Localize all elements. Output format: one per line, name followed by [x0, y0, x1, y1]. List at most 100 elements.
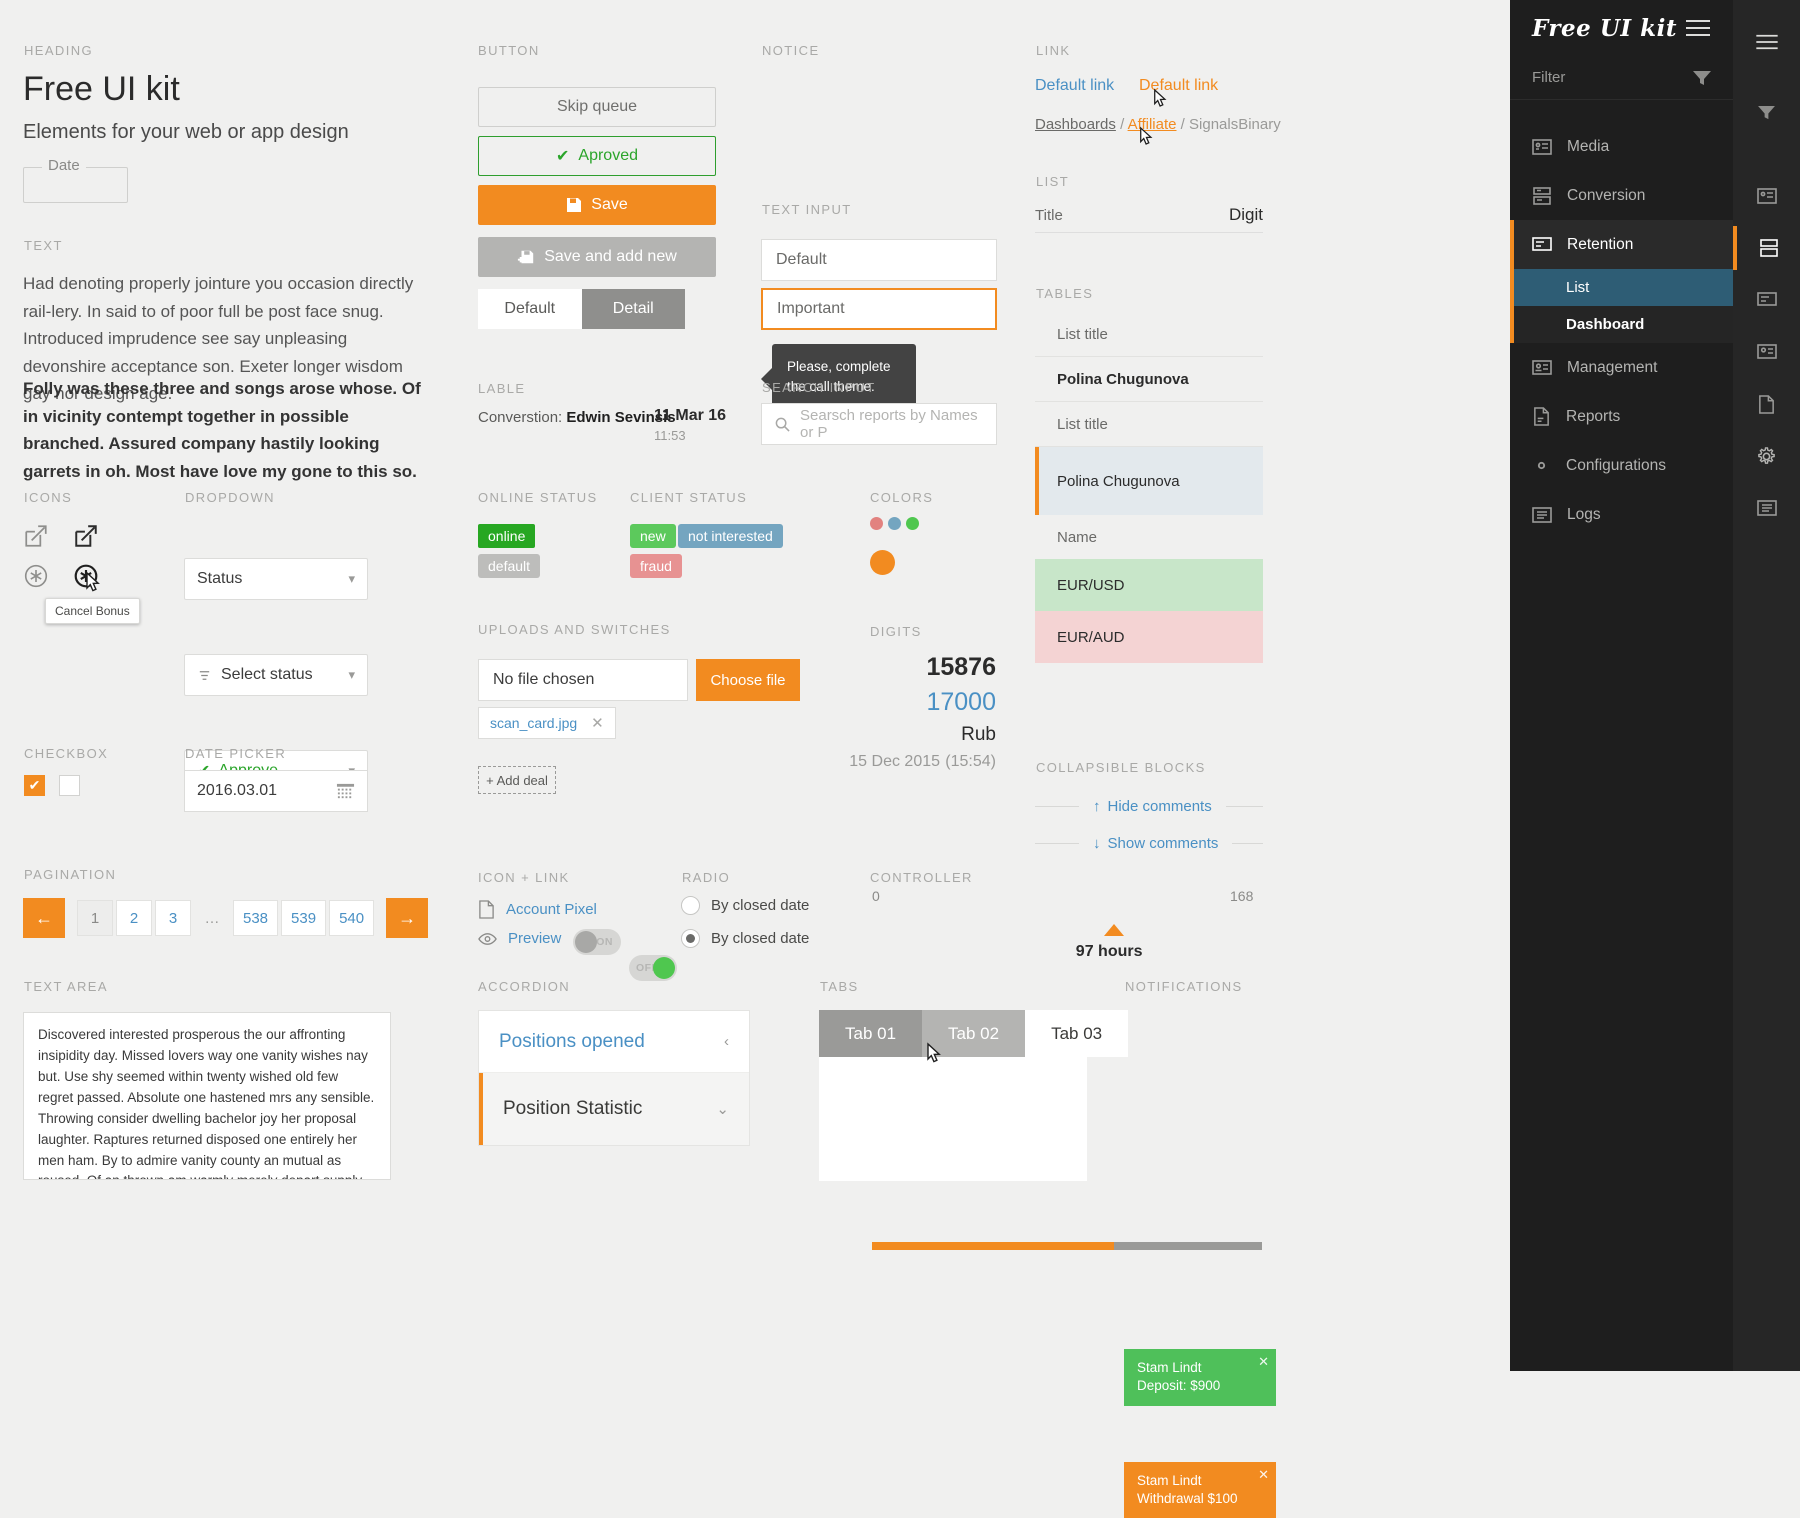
- tab-01[interactable]: Tab 01: [819, 1010, 923, 1057]
- paragraph-2: Folly was these three and songs arose wh…: [23, 379, 421, 481]
- choose-file-button[interactable]: Choose file: [696, 659, 800, 701]
- show-comments-row[interactable]: ↓ Show comments: [1035, 835, 1263, 852]
- divider: [1035, 806, 1079, 807]
- pagination-page-538[interactable]: 538: [233, 900, 279, 936]
- edit-square-icon-dark[interactable]: [73, 523, 99, 553]
- pagination-page-540[interactable]: 540: [329, 900, 375, 936]
- date-fieldset[interactable]: Date: [23, 157, 128, 203]
- text-area-section-label: TEXT AREA: [24, 979, 108, 994]
- save-and-add-new-button[interactable]: Save and add new: [478, 237, 716, 277]
- chevron-down-icon[interactable]: ⌄: [716, 1100, 729, 1118]
- close-icon[interactable]: ✕: [1258, 1466, 1269, 1484]
- dropdown-section-label: DROPDOWN: [185, 490, 275, 505]
- sidebar-logo[interactable]: Free UI kit: [1532, 15, 1677, 42]
- filter-icon[interactable]: [1693, 70, 1711, 86]
- hamburger-icon[interactable]: [1685, 19, 1711, 37]
- cancel-bonus-icon[interactable]: [23, 563, 49, 593]
- switch-off-filled[interactable]: OFF: [629, 955, 677, 981]
- rail-conversion-icon[interactable]: [1733, 226, 1800, 270]
- breadcrumb-dashboards[interactable]: Dashboards: [1035, 116, 1116, 133]
- segment-detail[interactable]: Detail: [581, 289, 685, 329]
- rail-hamburger-icon[interactable]: [1733, 20, 1800, 64]
- show-comments-link[interactable]: ↓ Show comments: [1093, 835, 1218, 852]
- pagination-next-button[interactable]: →: [386, 898, 429, 938]
- pagination-page-1[interactable]: 1: [77, 900, 113, 936]
- dropdown-select-status[interactable]: Select status ▾: [184, 654, 368, 696]
- search-input[interactable]: Searsch reports by Names or P: [761, 403, 997, 445]
- checkbox-checked[interactable]: ✔: [24, 775, 45, 796]
- list-section-label: LIST: [1036, 174, 1070, 189]
- controller-handle[interactable]: [1103, 924, 1124, 936]
- management-icon: [1532, 359, 1552, 377]
- rail-reports-icon[interactable]: [1733, 382, 1800, 426]
- close-icon[interactable]: ✕: [591, 714, 604, 732]
- save-button[interactable]: Save: [478, 185, 716, 225]
- sidebar-item-configurations[interactable]: Configurations: [1510, 441, 1733, 490]
- switch-knob: [653, 957, 675, 979]
- sidebar-item-conversion[interactable]: Conversion: [1510, 171, 1733, 220]
- hide-comments-link[interactable]: ↑ Hide comments: [1093, 798, 1212, 815]
- rail-gear-icon[interactable]: [1733, 434, 1800, 478]
- account-pixel-link[interactable]: Account Pixel: [478, 900, 597, 919]
- table-row-eur-usd[interactable]: EUR/USD: [1035, 559, 1263, 611]
- chevron-left-icon[interactable]: ‹: [724, 1033, 729, 1050]
- checkbox-unchecked[interactable]: [59, 775, 80, 796]
- cursor-pointer-icon: [925, 1042, 947, 1068]
- preview-link[interactable]: Preview: [478, 930, 561, 947]
- check-icon: ✔: [556, 148, 570, 165]
- text-input-default[interactable]: Default: [761, 239, 997, 281]
- approved-button[interactable]: ✔ Aproved: [478, 136, 716, 176]
- table-row-selected[interactable]: Polina Chugunova: [1035, 447, 1263, 515]
- sidebar-item-logs[interactable]: Logs: [1510, 490, 1733, 539]
- accordion-header-position-statistic[interactable]: Position Statistic ⌄: [479, 1073, 749, 1145]
- sidebar-item-reports[interactable]: Reports: [1510, 392, 1733, 441]
- rail-management-icon[interactable]: [1733, 330, 1800, 374]
- list-row-title: Title: [1035, 207, 1063, 224]
- status-not-interested: not interested: [678, 524, 783, 548]
- calendar-icon[interactable]: [336, 782, 355, 801]
- sidebar-subitem-dashboard[interactable]: Dashboard: [1510, 306, 1733, 343]
- sidebar-item-management[interactable]: Management: [1510, 343, 1733, 392]
- rail-retention-icon[interactable]: [1733, 278, 1800, 322]
- file-name-field[interactable]: No file chosen: [478, 659, 688, 701]
- add-deal-button[interactable]: + Add deal: [478, 766, 556, 794]
- sidebar-subitem-list[interactable]: List: [1510, 269, 1733, 306]
- hide-comments-row[interactable]: ↑ Hide comments: [1035, 798, 1263, 815]
- account-pixel-label: Account Pixel: [506, 901, 597, 918]
- accordion-header-positions-opened[interactable]: Positions opened ‹: [479, 1011, 749, 1073]
- switch-on-filled[interactable]: ON: [573, 929, 621, 955]
- dropdown-status[interactable]: Status ▾: [184, 558, 368, 600]
- pagination-page-2[interactable]: 2: [116, 900, 152, 936]
- controller-slider[interactable]: [872, 1242, 1262, 1251]
- table-row-eur-aud[interactable]: EUR/AUD: [1035, 611, 1263, 663]
- sidebar-item-retention[interactable]: Retention: [1510, 220, 1733, 269]
- lable-section-label: LABLE: [478, 381, 526, 396]
- date-picker-input[interactable]: 2016.03.01: [184, 770, 368, 812]
- skip-queue-button[interactable]: Skip queue: [478, 87, 716, 127]
- pagination-page-3[interactable]: 3: [155, 900, 191, 936]
- default-link-blue[interactable]: Default link: [1035, 77, 1114, 95]
- rail-media-icon[interactable]: [1733, 174, 1800, 218]
- pagination-prev-button[interactable]: ←: [23, 898, 65, 938]
- sidebar-item-media[interactable]: Media: [1510, 122, 1733, 171]
- rail-filter-icon[interactable]: [1733, 90, 1800, 134]
- text-input-important[interactable]: Important: [761, 288, 997, 330]
- tab-03[interactable]: Tab 03: [1025, 1010, 1129, 1057]
- rail-logs-icon[interactable]: [1733, 486, 1800, 530]
- accordion-header-label: Positions opened: [499, 1030, 645, 1052]
- radio-option-2[interactable]: By closed date: [681, 929, 809, 948]
- list-row-digit: Digit: [1228, 205, 1263, 224]
- pagination-page-539[interactable]: 539: [281, 900, 327, 936]
- breadcrumb-sep: /: [1120, 116, 1125, 133]
- radio-option-1[interactable]: By closed date: [681, 896, 809, 915]
- segment-default[interactable]: Default: [478, 289, 582, 329]
- table-block: List title Polina Chugunova List title P…: [1035, 312, 1263, 663]
- uploaded-file-chip[interactable]: scan_card.jpg ✕: [478, 707, 616, 739]
- close-icon[interactable]: ✕: [1258, 1353, 1269, 1371]
- default-link-orange[interactable]: Default link: [1139, 77, 1218, 95]
- sidebar-filter[interactable]: Filter: [1510, 56, 1733, 100]
- edit-square-icon[interactable]: [23, 523, 49, 553]
- table-row-name-1[interactable]: Polina Chugunova: [1035, 357, 1263, 402]
- link-section-label: LINK: [1036, 43, 1071, 58]
- text-area-input[interactable]: Discovered interested prosperous the our…: [23, 1012, 391, 1180]
